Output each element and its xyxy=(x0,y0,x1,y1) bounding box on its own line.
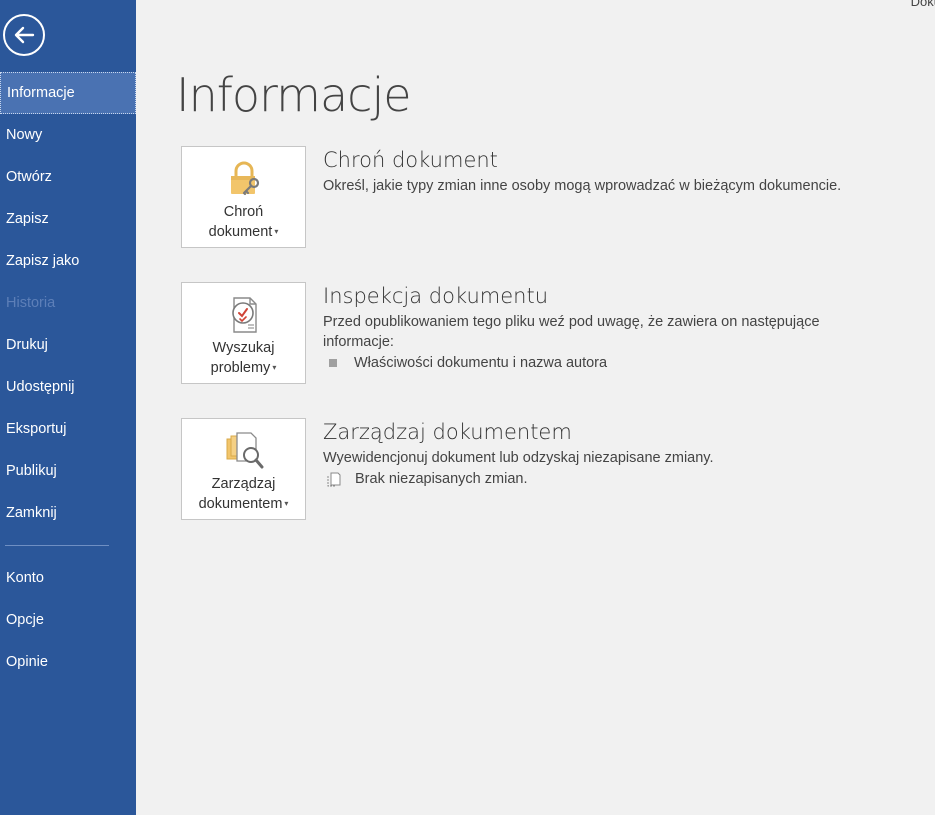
unsaved-changes-item: Brak niezapisanych zmian. xyxy=(323,471,923,487)
section-description: Przed opublikowaniem tego pliku weź pod … xyxy=(323,314,820,350)
protect-document-section: Chroń dokument ▾ Chroń dokument Określ, j… xyxy=(181,146,921,248)
nav-item-zamknij[interactable]: Zamknij xyxy=(0,492,136,534)
inspect-document-info: Inspekcja dokumentu Przed opublikowaniem… xyxy=(323,282,923,371)
manage-document-info: Zarządzaj dokumentem Wyewidencjonuj doku… xyxy=(323,418,923,487)
document-versions-icon xyxy=(327,472,341,487)
inspection-result-text: Właściwości dokumentu i nazwa autora xyxy=(354,355,608,371)
section-description: Określ, jakie typy zmian inne osoby mogą… xyxy=(323,178,842,194)
page-title: Informacje xyxy=(176,68,412,122)
section-title: Zarządzaj dokumentem xyxy=(323,420,572,444)
nav-item-nowy[interactable]: Nowy xyxy=(0,114,136,156)
protect-document-label: Chroń dokument ▾ xyxy=(208,204,279,240)
section-title: Chroń dokument xyxy=(323,148,498,172)
backstage-sidebar: Informacje Nowy Otwórz Zapisz Zapisz jak… xyxy=(0,0,136,815)
check-for-issues-button[interactable]: Wyszukaj problemy ▾ xyxy=(181,282,306,384)
lock-key-icon xyxy=(230,161,259,196)
check-for-issues-label: Wyszukaj problemy ▾ xyxy=(210,340,277,376)
nav-item-konto[interactable]: Konto xyxy=(0,557,136,599)
nav-item-zapisz[interactable]: Zapisz xyxy=(0,198,136,240)
nav-item-eksportuj[interactable]: Eksportuj xyxy=(0,408,136,450)
nav-item-zapisz-jako[interactable]: Zapisz jako xyxy=(0,240,136,282)
dropdown-caret-icon: ▾ xyxy=(284,499,289,509)
manage-document-button[interactable]: Zarządzaj dokumentem ▾ xyxy=(181,418,306,520)
nav-divider xyxy=(5,545,109,546)
nav-item-historia: Historia xyxy=(6,295,56,311)
protect-document-info: Chroń dokument Określ, jakie typy zmian … xyxy=(323,146,923,196)
protect-document-button[interactable]: Chroń dokument ▾ xyxy=(181,146,306,248)
manage-document-section: Zarządzaj dokumentem ▾ Zarządzaj dokument… xyxy=(181,418,921,520)
unsaved-changes-text: Brak niezapisanych zmian. xyxy=(355,471,528,487)
manage-document-icon xyxy=(226,432,263,469)
bullet-square-icon xyxy=(329,359,337,367)
section-description: Wyewidencjonuj dokument lub odzyskaj nie… xyxy=(323,450,714,466)
nav-item-informacje[interactable]: Informacje xyxy=(0,72,136,114)
nav-item-drukuj[interactable]: Drukuj xyxy=(0,324,136,366)
arrow-left-icon xyxy=(14,26,35,44)
nav-item-udostepnij[interactable]: Udostępnij xyxy=(0,366,136,408)
dropdown-caret-icon: ▾ xyxy=(274,227,279,237)
back-button[interactable] xyxy=(3,14,45,56)
manage-document-label: Zarządzaj dokumentem ▾ xyxy=(198,476,289,512)
nav-item-opcje[interactable]: Opcje xyxy=(0,599,136,641)
nav-item-opinie[interactable]: Opinie xyxy=(0,641,136,683)
section-title: Inspekcja dokumentu xyxy=(323,284,549,308)
window-title-fragment: Doku xyxy=(910,0,935,9)
dropdown-caret-icon: ▾ xyxy=(272,363,277,373)
inspect-document-icon xyxy=(231,297,257,333)
inspect-document-section: Wyszukaj problemy ▾ Inspekcja dokumentu P… xyxy=(181,282,921,384)
backstage-nav: Informacje Nowy Otwórz Zapisz Zapisz jak… xyxy=(0,72,136,683)
inspection-result-item: Właściwości dokumentu i nazwa autora xyxy=(323,355,923,371)
nav-item-publikuj[interactable]: Publikuj xyxy=(0,450,136,492)
nav-item-otworz[interactable]: Otwórz xyxy=(0,156,136,198)
